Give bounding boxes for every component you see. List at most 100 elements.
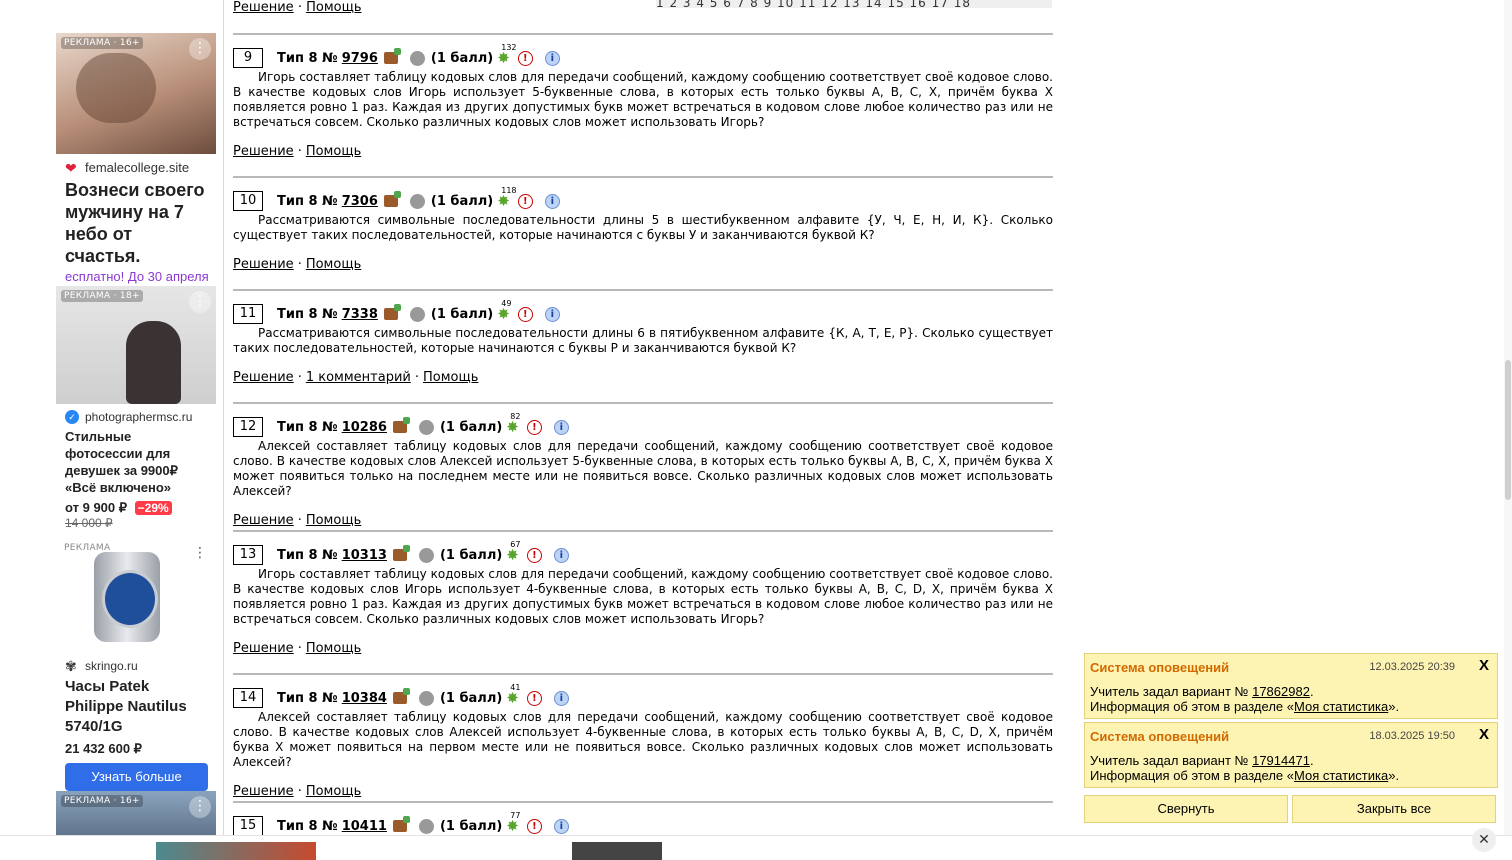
ad-card-3[interactable]: РЕКЛАМА ⋮ ✾ skringo.ru Часы Patek Philip… bbox=[56, 538, 217, 797]
close-all-button[interactable]: Закрыть все bbox=[1292, 795, 1496, 823]
info-icon[interactable]: i bbox=[553, 690, 569, 706]
info-icon[interactable]: i bbox=[544, 50, 560, 66]
task-points: (1 балл) bbox=[430, 50, 494, 66]
briefcase-icon[interactable] bbox=[392, 816, 410, 832]
report-error-icon[interactable]: ! bbox=[526, 419, 542, 435]
task-header: 15 Тип 8 № 10411 (1 балл) ✸ 77! i bbox=[233, 811, 1053, 835]
report-error-icon[interactable]: ! bbox=[526, 690, 542, 706]
report-error-icon[interactable]: ! bbox=[517, 193, 533, 209]
ad-image[interactable]: РЕКЛАМА ⋮ bbox=[56, 538, 216, 653]
bottom-ad-image[interactable] bbox=[572, 842, 662, 860]
bottom-ad-image[interactable] bbox=[156, 842, 316, 860]
report-error-icon[interactable]: ! bbox=[526, 818, 542, 834]
ad-site-name: femalecollege.site bbox=[85, 160, 190, 175]
ad-headline[interactable]: Вознеси своего мужчину на 7 небо от счас… bbox=[56, 179, 217, 267]
task-id-link[interactable]: 10286 bbox=[342, 420, 387, 435]
notification-2: Система оповещений 18.03.2025 19:50 X Уч… bbox=[1084, 722, 1498, 788]
scrollbar-thumb[interactable] bbox=[1505, 360, 1511, 500]
ad-image[interactable]: РЕКЛАМА · 16+ ⋮ bbox=[56, 791, 216, 835]
ad-card-1[interactable]: РЕКЛАМА · 16+ ⋮ ❤ femalecollege.site Воз… bbox=[56, 33, 217, 286]
ad-site[interactable]: ✓ photographermsc.ru bbox=[56, 404, 217, 428]
ad-image[interactable]: РЕКЛАМА · 18+ ⋮ bbox=[56, 286, 216, 404]
rating-star-icon[interactable]: ✸ 67 bbox=[506, 540, 520, 564]
info-icon[interactable]: i bbox=[544, 306, 560, 322]
comments-link[interactable]: 1 комментарий bbox=[306, 370, 411, 385]
ad-site[interactable]: ✾ skringo.ru bbox=[56, 653, 217, 677]
help-link[interactable]: Помощь bbox=[306, 513, 361, 528]
task-id-link[interactable]: 7306 bbox=[342, 194, 378, 209]
briefcase-icon[interactable] bbox=[383, 304, 401, 320]
task-points: (1 балл) bbox=[439, 547, 503, 563]
rating-star-icon[interactable]: ✸ 82 bbox=[506, 412, 520, 436]
solution-link[interactable]: Решение bbox=[233, 513, 294, 528]
solution-link[interactable]: Решение bbox=[233, 144, 294, 159]
report-error-icon[interactable]: ! bbox=[526, 547, 542, 563]
help-link[interactable]: Помощь bbox=[306, 641, 361, 656]
pagination[interactable]: 1 2 3 4 5 6 7 8 9 10 11 12 13 14 15 16 1… bbox=[656, 0, 1052, 8]
ad-headline[interactable]: Часы Patek Philippe Nautilus 5740/1G bbox=[56, 677, 217, 737]
rating-star-icon[interactable]: ✸ 77 bbox=[506, 811, 520, 835]
close-icon[interactable]: X bbox=[1479, 726, 1489, 743]
task-item: 11 Тип 8 № 7338 (1 балл) ✸ 49! i Рассматриваютс… bbox=[233, 289, 1053, 385]
status-dot-icon bbox=[409, 306, 425, 322]
ad-card-4[interactable]: РЕКЛАМА · 16+ ⋮ bbox=[56, 791, 217, 835]
ad-card-2[interactable]: РЕКЛАМА · 18+ ⋮ ✓ photographermsc.ru Сти… bbox=[56, 286, 217, 530]
info-icon[interactable]: i bbox=[544, 193, 560, 209]
ad-site[interactable]: ❤ femalecollege.site bbox=[56, 154, 217, 179]
report-error-icon[interactable]: ! bbox=[517, 50, 533, 66]
task-links: Решение · Помощь bbox=[233, 257, 1053, 272]
my-stats-link[interactable]: Моя статистика bbox=[1294, 699, 1388, 714]
close-icon[interactable]: X bbox=[1479, 657, 1489, 674]
rating-star-icon[interactable]: ✸ 118 bbox=[497, 186, 516, 210]
rating-count: 82 bbox=[510, 412, 521, 421]
ad-headline[interactable]: Стильные фотосессии для девушек за 9900₽… bbox=[56, 428, 217, 496]
task-id-link[interactable]: 7338 bbox=[342, 307, 378, 322]
solution-link[interactable]: Решение bbox=[233, 0, 294, 15]
rating-star-icon[interactable]: ✸ 49 bbox=[497, 299, 511, 323]
help-link[interactable]: Помощь bbox=[306, 784, 361, 799]
more-icon[interactable]: ⋮ bbox=[189, 796, 211, 818]
solution-link[interactable]: Решение bbox=[233, 257, 294, 272]
help-link[interactable]: Помощь bbox=[306, 0, 361, 15]
help-link[interactable]: Помощь bbox=[306, 257, 361, 272]
ad-discount: −29% bbox=[134, 501, 172, 515]
task-points: (1 балл) bbox=[430, 306, 494, 322]
help-link[interactable]: Помощь bbox=[306, 144, 361, 159]
rating-star-icon[interactable]: ✸ 132 bbox=[497, 43, 516, 67]
learn-more-button[interactable]: Узнать больше bbox=[65, 763, 208, 791]
solution-link[interactable]: Решение bbox=[233, 370, 294, 385]
notification-title: Система оповещений bbox=[1090, 660, 1230, 675]
report-error-icon[interactable]: ! bbox=[517, 306, 533, 322]
task-id-link[interactable]: 10384 bbox=[342, 691, 387, 706]
briefcase-icon[interactable] bbox=[383, 191, 401, 207]
close-icon[interactable]: ✕ bbox=[1472, 828, 1496, 852]
variant-link[interactable]: 17914471 bbox=[1252, 753, 1310, 768]
status-dot-icon bbox=[409, 50, 425, 66]
ad-label: РЕКЛАМА · 18+ bbox=[61, 290, 143, 302]
briefcase-icon[interactable] bbox=[392, 688, 410, 704]
task-id-link[interactable]: 10411 bbox=[342, 819, 387, 834]
more-icon[interactable]: ⋮ bbox=[189, 543, 211, 565]
task-links: Решение · Помощь bbox=[233, 641, 1053, 656]
solution-link[interactable]: Решение bbox=[233, 641, 294, 656]
solution-link[interactable]: Решение bbox=[233, 784, 294, 799]
more-icon[interactable]: ⋮ bbox=[189, 291, 211, 313]
info-icon[interactable]: i bbox=[553, 818, 569, 834]
briefcase-icon[interactable] bbox=[383, 48, 401, 64]
rating-count: 49 bbox=[501, 299, 512, 308]
briefcase-icon[interactable] bbox=[392, 417, 410, 433]
more-icon[interactable]: ⋮ bbox=[189, 38, 211, 60]
ad-image[interactable]: РЕКЛАМА · 16+ ⋮ bbox=[56, 33, 216, 154]
collapse-button[interactable]: Свернуть bbox=[1084, 795, 1288, 823]
rating-star-icon[interactable]: ✸ 41 bbox=[506, 683, 520, 707]
info-icon[interactable]: i bbox=[553, 547, 569, 563]
task-text: Рассматриваются символьные последователь… bbox=[233, 213, 1053, 242]
task-id-link[interactable]: 9796 bbox=[342, 51, 378, 66]
my-stats-link[interactable]: Моя статистика bbox=[1294, 768, 1388, 783]
help-link[interactable]: Помощь bbox=[423, 370, 478, 385]
task-id-link[interactable]: 10313 bbox=[342, 548, 387, 563]
variant-link[interactable]: 17862982 bbox=[1252, 684, 1310, 699]
scrollbar[interactable] bbox=[1504, 0, 1512, 835]
info-icon[interactable]: i bbox=[553, 419, 569, 435]
briefcase-icon[interactable] bbox=[392, 545, 410, 561]
